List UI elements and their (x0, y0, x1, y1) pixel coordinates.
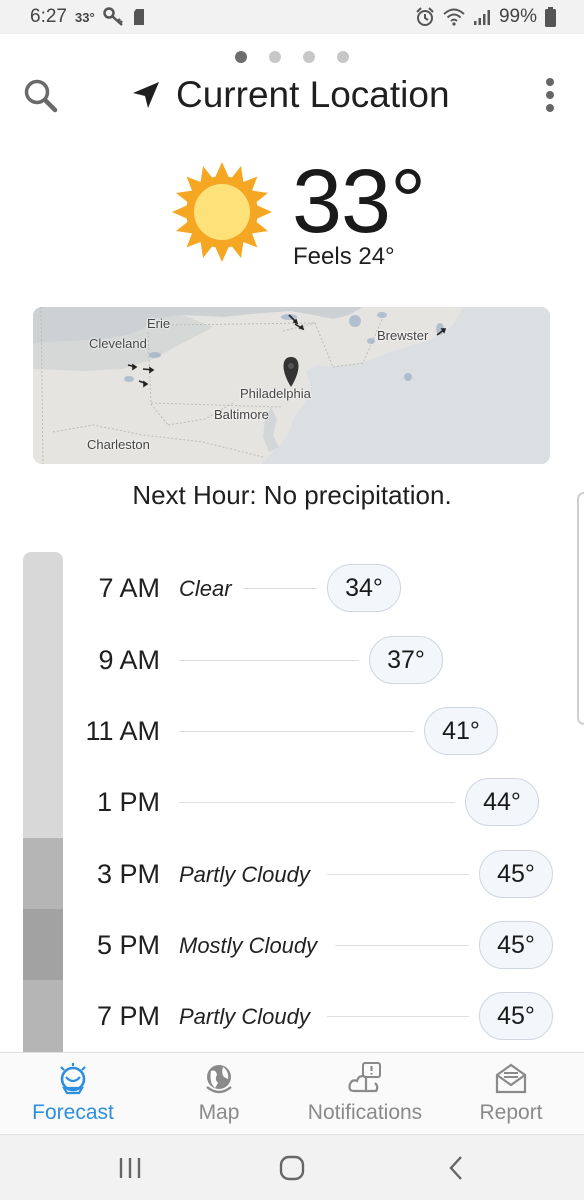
page-dot (235, 51, 247, 63)
search-icon[interactable] (20, 75, 62, 117)
current-conditions: 33° Feels 24° (170, 152, 470, 275)
hourly-row[interactable]: 9 AM 37° (0, 632, 584, 688)
nav-notifications-label: Notifications (307, 1101, 423, 1124)
hour-temperature: 44° (465, 778, 539, 826)
hour-temperature: 37° (369, 636, 443, 684)
temp-trend-line (179, 660, 359, 661)
temp-trend-line (179, 802, 455, 803)
hour-condition: Clear (179, 576, 232, 601)
hourly-row[interactable]: 7 PM Partly Cloudy 45° (0, 988, 584, 1044)
page-dot (303, 51, 315, 63)
location-page-indicator (0, 51, 584, 63)
hourly-row[interactable]: 3 PM Partly Cloudy 45° (0, 846, 584, 902)
temp-trend-line (327, 874, 469, 875)
hour-temperature: 45° (479, 921, 553, 969)
temp-trend-line (335, 945, 469, 946)
hour-condition: Partly Cloudy (179, 1004, 310, 1029)
nav-map-label: Map (198, 1101, 240, 1124)
hourly-row[interactable]: 1 PM 44° (0, 774, 584, 830)
map-label-cleveland: Cleveland (89, 336, 147, 351)
hour-time: 7 AM (98, 573, 160, 603)
hour-condition: Mostly Cloudy (179, 933, 318, 958)
temp-trend-line (327, 1016, 469, 1017)
page-dot (269, 51, 281, 63)
temp-trend-line (179, 731, 414, 732)
nav-forecast[interactable]: Forecast (18, 1061, 128, 1131)
next-hour-precipitation: Next Hour: No precipitation. (132, 480, 452, 510)
hour-time: 7 PM (96, 1001, 160, 1031)
back-icon[interactable] (442, 1153, 472, 1183)
bottom-navigation: Forecast Map Notifications Report (0, 1052, 584, 1134)
hour-time: 1 PM (96, 787, 160, 817)
app-header: Current Location (0, 70, 584, 122)
wifi-icon (443, 8, 465, 26)
hourly-row[interactable]: 11 AM 41° (0, 703, 584, 759)
forecast-globe-icon (60, 1063, 86, 1095)
hour-condition: Partly Cloudy (179, 862, 310, 887)
recent-apps-icon[interactable] (115, 1153, 145, 1183)
hour-temperature: 34° (327, 564, 401, 612)
status-temperature: 33° (74, 9, 95, 25)
feels-like-temperature: Feels 24° (293, 243, 395, 270)
nav-notifications[interactable]: Notifications (295, 1061, 435, 1131)
cloud-alert-icon (348, 1062, 381, 1093)
temp-trend-line (243, 588, 317, 589)
hour-temperature: 45° (479, 992, 553, 1040)
radar-map-preview[interactable]: Erie Cleveland Brewster Philadelphia Bal… (33, 307, 550, 464)
navigation-arrow-icon (133, 82, 159, 108)
status-time: 6:27 (30, 6, 67, 27)
hour-time: 11 AM (85, 716, 160, 746)
map-label-brewster: Brewster (377, 328, 429, 343)
hour-time: 3 PM (96, 859, 160, 889)
mail-report-icon (495, 1063, 527, 1094)
current-temperature: 33° (292, 152, 426, 252)
more-options-icon[interactable] (544, 78, 556, 112)
sun-icon (172, 162, 272, 262)
key-icon (102, 7, 123, 26)
battery-icon (545, 7, 556, 27)
page-dot (337, 51, 349, 63)
signal-icon (473, 10, 490, 25)
map-label-baltimore: Baltimore (214, 407, 269, 422)
hourly-row[interactable]: 7 AM Clear 34° (0, 560, 584, 616)
hour-time: 9 AM (98, 645, 160, 675)
hour-temperature: 45° (479, 850, 553, 898)
hour-temperature: 41° (424, 707, 498, 755)
location-title-button[interactable]: Current Location (130, 74, 450, 116)
page-title: Current Location (176, 74, 450, 115)
status-bar: 6:27 33° 99% (0, 0, 584, 34)
nav-map[interactable]: Map (174, 1061, 264, 1131)
system-navigation-bar (0, 1134, 584, 1200)
hour-time: 5 PM (96, 930, 160, 960)
sd-card-icon (133, 9, 144, 25)
globe-icon (206, 1065, 232, 1094)
hourly-row[interactable]: 5 PM Mostly Cloudy 45° (0, 917, 584, 973)
nav-report[interactable]: Report (466, 1061, 556, 1131)
battery-percent: 99% (498, 6, 537, 27)
map-label-philadelphia: Philadelphia (240, 386, 311, 401)
nav-report-label: Report (479, 1101, 543, 1124)
nav-forecast-label: Forecast (32, 1101, 114, 1124)
alarm-icon (416, 7, 434, 26)
map-label-erie: Erie (147, 316, 171, 331)
map-label-charleston: Charleston (87, 437, 150, 452)
home-icon[interactable] (277, 1153, 307, 1183)
